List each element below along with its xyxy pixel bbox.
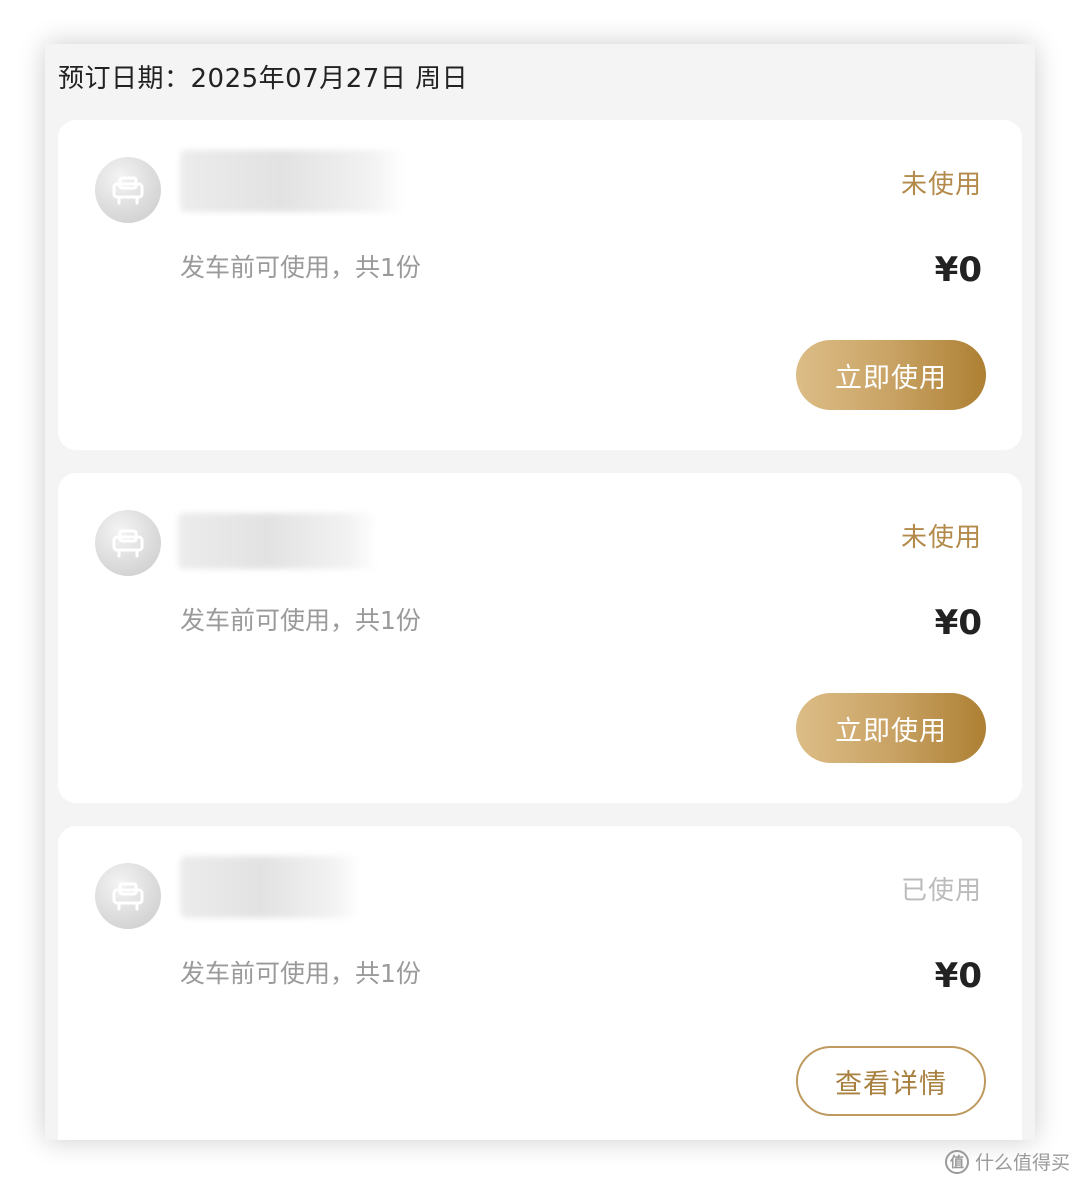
booking-date-label: 预订日期： (58, 64, 191, 94)
coupon-card: 已使用 发车前可使用，共1份 ¥0 查看详情 (58, 826, 1022, 1140)
coupon-status: 未使用 (900, 523, 982, 553)
seat-icon (95, 157, 161, 223)
watermark-text: 什么值得买 (974, 1152, 1070, 1174)
coupon-card: 未使用 发车前可使用，共1份 ¥0 立即使用 (58, 120, 1022, 450)
coupon-title (178, 513, 378, 569)
booking-date: 预订日期：2025年07月27日 周日 (58, 58, 468, 95)
view-details-button[interactable]: 查看详情 (796, 1046, 986, 1116)
coupon-status: 已使用 (900, 876, 982, 906)
coupon-price: ¥0 (934, 603, 982, 643)
coupon-price: ¥0 (934, 956, 982, 996)
coupon-card: 未使用 发车前可使用，共1份 ¥0 立即使用 (58, 473, 1022, 803)
watermark: 值 什么值得买 (944, 1148, 1070, 1175)
use-now-button[interactable]: 立即使用 (796, 693, 986, 763)
seat-icon (95, 510, 161, 576)
coupon-description: 发车前可使用，共1份 (180, 606, 421, 635)
coupon-description: 发车前可使用，共1份 (180, 959, 421, 988)
use-now-button[interactable]: 立即使用 (796, 340, 986, 410)
coupon-title (180, 150, 405, 212)
coupon-price: ¥0 (934, 250, 982, 290)
coupon-description: 发车前可使用，共1份 (180, 253, 421, 282)
seat-icon (95, 863, 161, 929)
zhi-logo-icon: 值 (944, 1149, 969, 1174)
coupon-status: 未使用 (900, 170, 982, 200)
booking-panel: 预订日期：2025年07月27日 周日 未使用 发车前可使用，共1份 ¥0 立即… (45, 44, 1035, 1140)
coupon-title (180, 856, 360, 918)
booking-date-value: 2025年07月27日 周日 (190, 64, 469, 94)
